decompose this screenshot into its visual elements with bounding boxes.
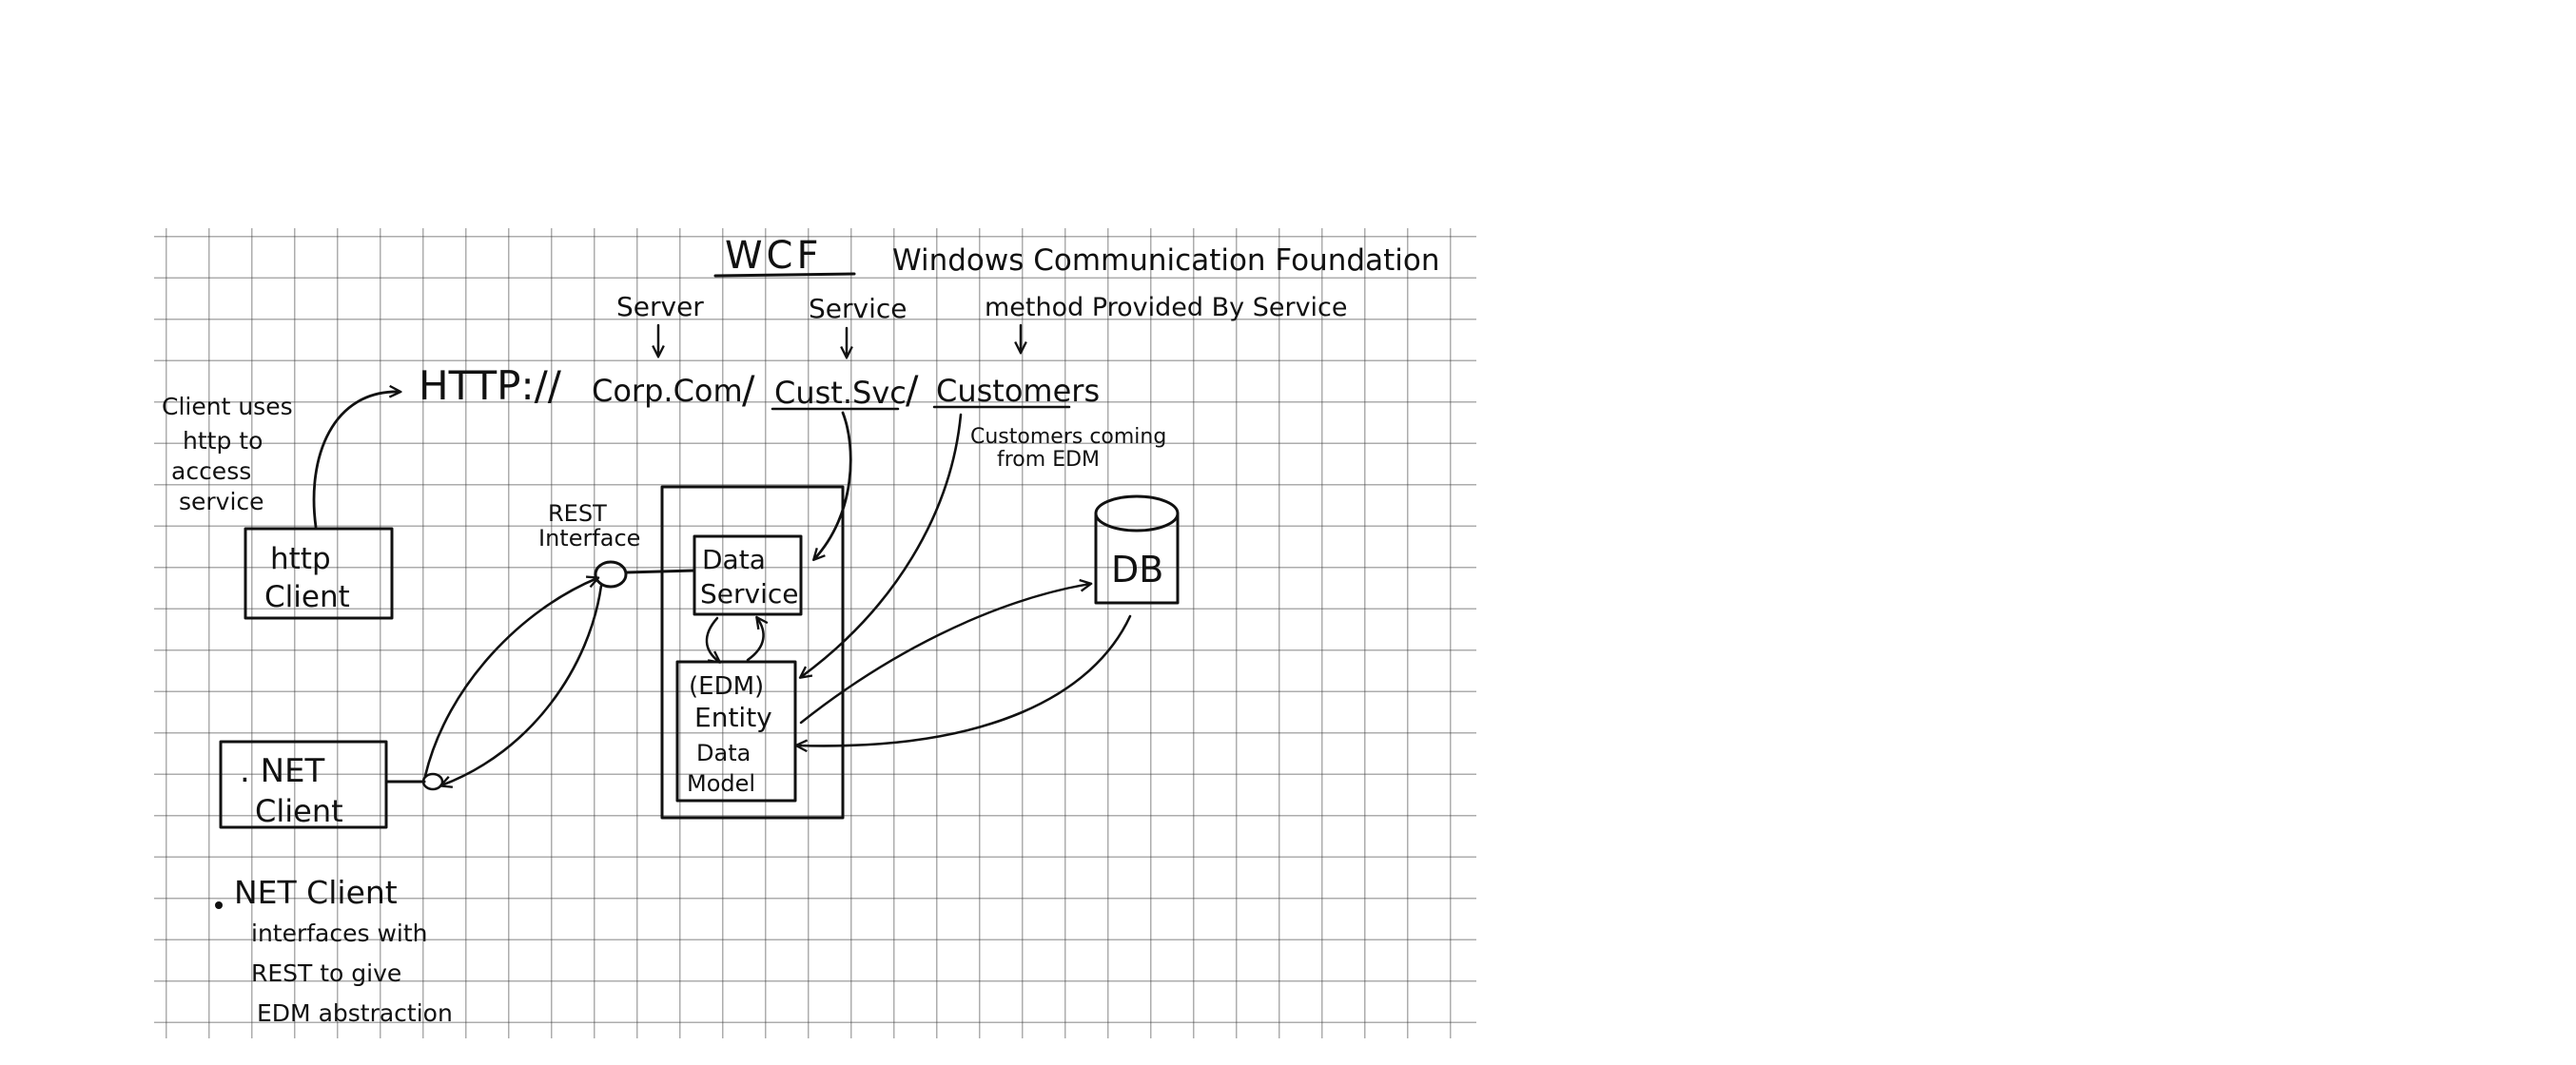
edm-to-data-service-arrow (746, 618, 764, 662)
url-separator-2: / (906, 369, 919, 413)
client-uses-line-4: service (179, 488, 264, 515)
database-node: DB (1094, 494, 1180, 605)
data-service-line-2: Service (700, 578, 798, 610)
client-uses-http-note: Client uses http to access service (162, 393, 293, 515)
net-client-note: NET Client interfaces with REST to give … (215, 874, 453, 1027)
title-expansion: Windows Communication Foundation (892, 243, 1439, 278)
customers-coming-line-1: Customers coming (970, 425, 1166, 449)
service-label: Service (809, 293, 907, 324)
server-label: Server (616, 291, 704, 322)
net-client-line-2: Client (255, 793, 343, 829)
edm-line-4: Model (687, 770, 755, 797)
rest-interface-label: REST Interface (538, 500, 640, 552)
client-uses-line-2: http to (183, 427, 263, 455)
net-client-line-1: . NET (240, 752, 325, 790)
method-label: method Provided By Service (985, 293, 1348, 322)
net-client-note-line-3: REST to give (251, 959, 401, 987)
url-protocol: HTTP:// (419, 362, 562, 409)
rest-interface-line-1: REST (548, 500, 607, 527)
service-url: HTTP:// Corp.Com / Cust.Svc / Customers (419, 362, 1100, 413)
net-client-note-line-2: interfaces with (251, 920, 428, 947)
db-label: DB (1111, 549, 1163, 591)
db-cylinder-top (1094, 494, 1180, 532)
net-client-node: . NET Client (219, 740, 388, 829)
data-service-to-edm-arrow (705, 616, 719, 662)
http-client-to-url-arrow (312, 392, 400, 529)
entity-data-model-node: (EDM) Entity Data Model (675, 660, 797, 803)
title-acronym: WCF (725, 234, 823, 278)
url-part-labels: Server Service method Provided By Servic… (616, 291, 1348, 357)
title-underline (713, 272, 856, 278)
db-to-edm-arrow (797, 614, 1132, 746)
note-bullet (215, 901, 223, 909)
edm-to-db-arrow (799, 584, 1090, 725)
url-server: Corp.Com (592, 373, 743, 409)
edm-line-3: Data (696, 740, 751, 766)
data-service-line-1: Data (702, 544, 766, 575)
title: WCF Windows Communication Foundation (713, 234, 1439, 278)
http-client-line-1: http (270, 542, 331, 576)
http-client-node: http Client (244, 527, 394, 620)
customers-coming-line-2: from EDM (997, 448, 1100, 472)
customers-coming-note: Customers coming from EDM (970, 425, 1166, 472)
wcf-diagram: WCF Windows Communication Foundation Ser… (162, 234, 1439, 1027)
net-client-note-line-1: NET Client (234, 874, 398, 911)
edm-line-1: (EDM) (689, 672, 764, 701)
edm-line-2: Entity (694, 702, 772, 733)
data-service-node: Data Service (693, 534, 803, 616)
rest-to-data-service-connector (624, 569, 696, 574)
url-method: Customers (936, 373, 1100, 409)
net-client-note-line-4: EDM abstraction (257, 999, 453, 1027)
http-client-line-2: Client (264, 580, 350, 614)
client-uses-line-1: Client uses (162, 393, 293, 420)
rest-interface-endpoint (594, 560, 628, 589)
rest-interface-line-2: Interface (538, 525, 640, 552)
url-separator-1: / (742, 369, 755, 413)
client-uses-line-3: access (171, 457, 251, 485)
url-service: Cust.Svc (774, 375, 907, 411)
